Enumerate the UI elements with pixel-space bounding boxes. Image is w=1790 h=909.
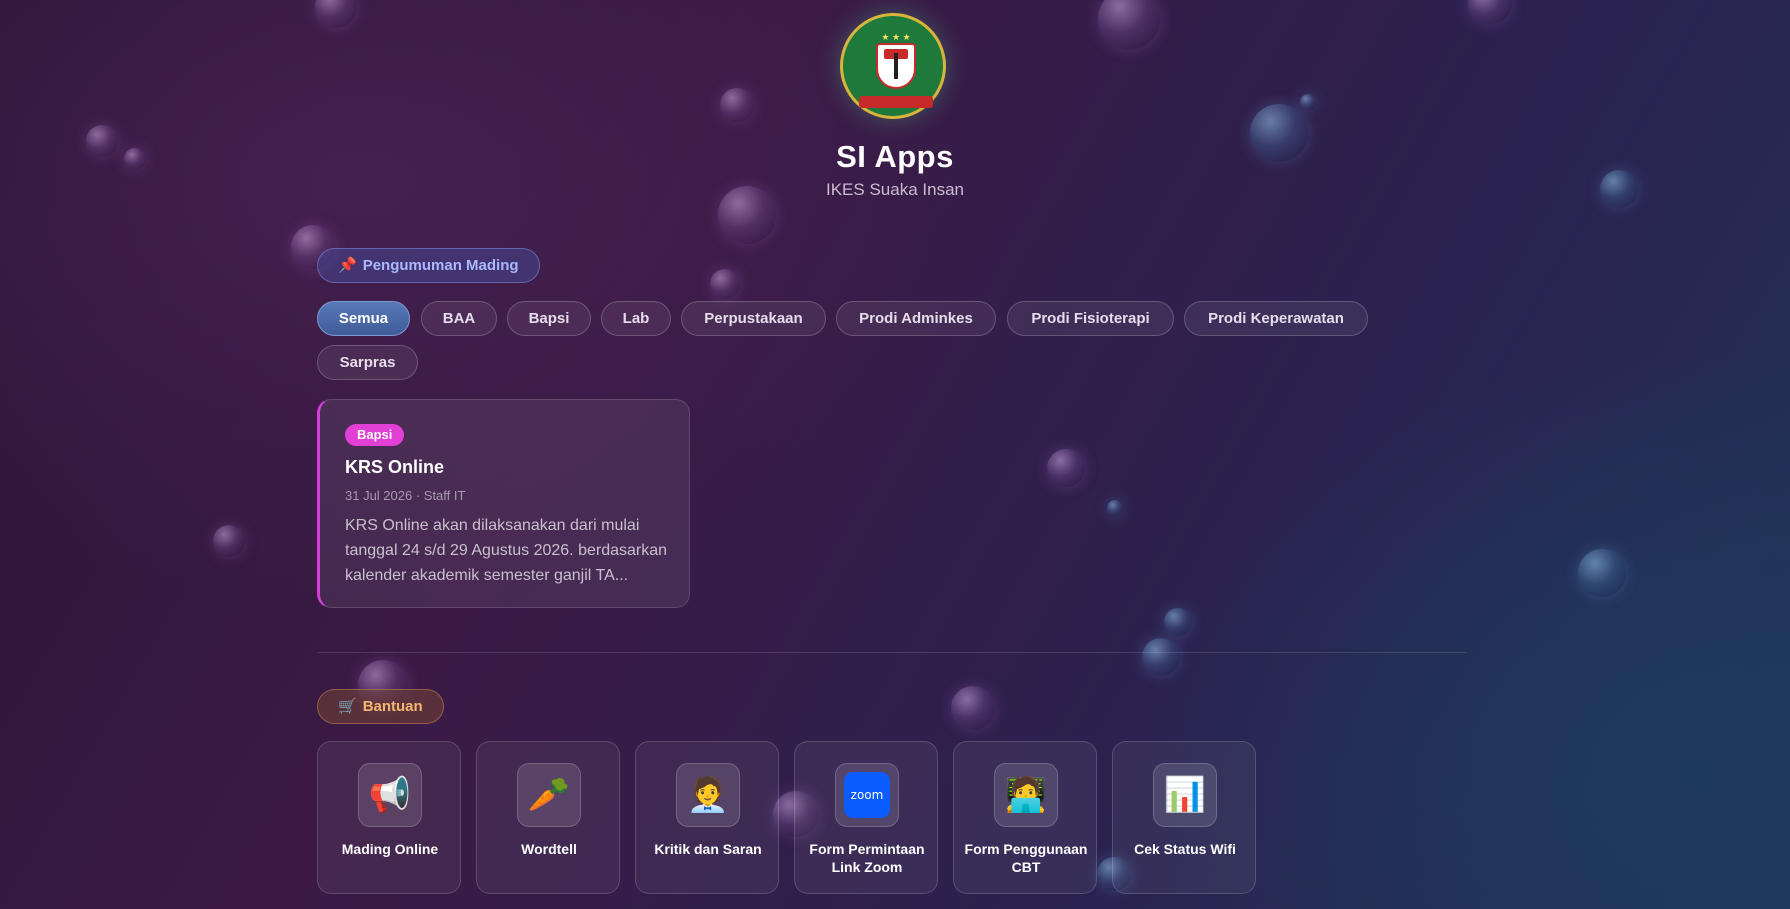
logo-ribbon [859, 96, 933, 108]
announcement-card[interactable]: Bapsi KRS Online 31 Jul 2026 · Staff IT … [317, 399, 690, 608]
mading-section-label: 📌 Pengumuman Mading [317, 248, 540, 283]
filter-chip-bapsi[interactable]: Bapsi [507, 301, 591, 336]
mading-section-text: Pengumuman Mading [362, 257, 519, 274]
shopping-cart-icon: 🛒 [338, 698, 357, 715]
zoom-logo-text: zoom [844, 772, 890, 818]
filter-chip-baa[interactable]: BAA [421, 301, 497, 336]
filter-chip-sarpras[interactable]: Sarpras [317, 345, 418, 380]
carrot-icon: 🥕 [517, 763, 581, 827]
star-icon: ★ ★ ★ [881, 32, 911, 42]
tile-kritik-dan-saran[interactable]: 🧑‍💼 Kritik dan Saran [635, 741, 779, 894]
megaphone-icon: 📢 [358, 763, 422, 827]
filter-chip-perpustakaan[interactable]: Perpustakaan [681, 301, 826, 336]
page-subtitle: IKES Suaka Insan [826, 180, 964, 199]
filter-chip-semua[interactable]: Semua [317, 301, 410, 336]
tile-label: Cek Status Wifi [1134, 841, 1236, 857]
tile-mading-online[interactable]: 📢 Mading Online [317, 741, 461, 894]
filter-chip-prodi-adminkes[interactable]: Prodi Adminkes [836, 301, 996, 336]
pushpin-icon: 📌 [338, 257, 357, 274]
shield-icon [876, 43, 916, 89]
bar-chart-icon: 📊 [1153, 763, 1217, 827]
filter-chip-lab[interactable]: Lab [601, 301, 671, 336]
category-badge: Bapsi [345, 424, 405, 446]
section-divider [317, 652, 1467, 653]
page-title: SI Apps [836, 139, 954, 174]
announcement-title: KRS Online [345, 457, 445, 477]
filter-chip-prodi-keperawatan[interactable]: Prodi Keperawatan [1184, 301, 1368, 336]
tile-label: Kritik dan Saran [654, 841, 762, 857]
tile-wordtell[interactable]: 🥕 Wordtell [476, 741, 620, 894]
tile-form-penggunaan-cbt[interactable]: 🧑‍💻 Form Penggunaan CBT [953, 741, 1097, 894]
institute-logo: ★ ★ ★ [840, 13, 946, 119]
announcement-meta: 31 Jul 2026 · Staff IT [345, 488, 466, 503]
tile-label: Mading Online [341, 841, 439, 857]
announcement-excerpt: KRS Online akan dilaksanakan dari mulai … [345, 517, 668, 584]
tile-label: Wordtell [521, 841, 577, 857]
tile-label: Form Penggunaan CBT [964, 841, 1088, 875]
tile-cek-status-wifi[interactable]: 📊 Cek Status Wifi [1112, 741, 1256, 894]
computer-user-icon: 🧑‍💻 [994, 763, 1058, 827]
caduceus-icon [894, 53, 898, 79]
bantuan-section-text: Bantuan [362, 698, 423, 715]
tile-form-permintaan-link-zoom[interactable]: zoom Form Permintaan Link Zoom [794, 741, 938, 894]
filter-chip-prodi-fisioterapi[interactable]: Prodi Fisioterapi [1007, 301, 1174, 336]
zoom-icon: zoom [835, 763, 899, 827]
tile-label: Form Permintaan Link Zoom [809, 841, 925, 875]
bantuan-section-label: 🛒 Bantuan [317, 689, 444, 724]
feedback-person-icon: 🧑‍💼 [676, 763, 740, 827]
